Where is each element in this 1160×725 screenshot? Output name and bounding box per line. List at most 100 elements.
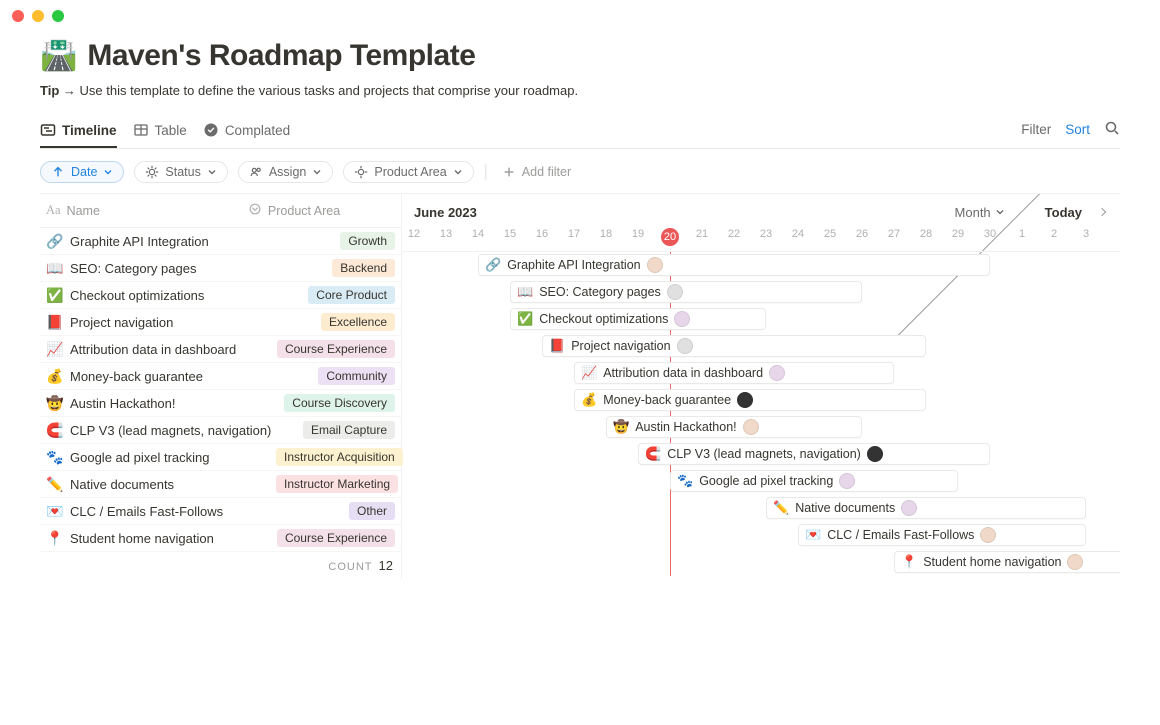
- task-name-cell: ✅Checkout optimizations: [46, 287, 276, 304]
- task-emoji-icon: 💌: [805, 527, 821, 543]
- axis-tick: 17: [568, 228, 580, 240]
- task-name: Checkout optimizations: [70, 288, 204, 303]
- task-emoji-icon: 📍: [46, 530, 62, 547]
- task-name: SEO: Category pages: [70, 261, 196, 276]
- task-emoji-icon: 💰: [46, 368, 62, 385]
- timeline-bar[interactable]: ✅Checkout optimizations: [510, 308, 766, 330]
- table-row[interactable]: 📍Student home navigationCourse Experienc…: [40, 525, 401, 552]
- timeline-bar-label: Graphite API Integration: [507, 258, 640, 272]
- axis-tick: 1: [1019, 228, 1025, 240]
- timeline-bar-label: SEO: Category pages: [539, 285, 661, 299]
- add-filter-label: Add filter: [522, 165, 571, 179]
- task-name-cell: 📍 Student home navigation: [46, 530, 276, 547]
- today-button[interactable]: Today: [1045, 205, 1082, 220]
- timeline-prev-button[interactable]: [1015, 202, 1035, 222]
- axis-tick: 14: [472, 228, 484, 240]
- zoom-window-dot[interactable]: [52, 10, 64, 22]
- tip-text: Use this template to define the various …: [80, 83, 579, 98]
- assignee-avatar: [667, 284, 683, 300]
- chip-status[interactable]: Status: [134, 161, 227, 183]
- timeline-icon: [40, 122, 56, 138]
- timeline-bar[interactable]: 📈Attribution data in dashboard: [574, 362, 894, 384]
- timeline-bar[interactable]: 📖SEO: Category pages: [510, 281, 862, 303]
- timeline-bar[interactable]: 🧲CLP V3 (lead magnets, navigation): [638, 443, 990, 465]
- task-emoji-icon: ✏️: [773, 500, 789, 516]
- task-emoji-icon: 📕: [46, 314, 62, 331]
- table-row[interactable]: 🔗Graphite API IntegrationGrowth: [40, 228, 401, 255]
- tab-table[interactable]: Table: [133, 116, 187, 148]
- assignee-avatar: [677, 338, 693, 354]
- scale-label: Month: [955, 205, 991, 220]
- task-name: CLP V3 (lead magnets, navigation): [70, 423, 271, 438]
- page-title-row: 🛣️ Maven's Roadmap Template: [40, 38, 1120, 73]
- table-row[interactable]: ✏️Native documentsInstructor Marketing: [40, 471, 401, 498]
- timeline-bar[interactable]: 🤠Austin Hackathon!: [606, 416, 862, 438]
- scale-selector[interactable]: Month: [955, 205, 1005, 220]
- timeline-bar-label: CLC / Emails Fast-Follows: [827, 528, 974, 542]
- axis-tick: 24: [792, 228, 804, 240]
- sort-button[interactable]: Sort: [1065, 122, 1090, 137]
- assignee-avatar: [647, 257, 663, 273]
- task-emoji-icon: 📈: [46, 341, 62, 358]
- axis-tick: 23: [760, 228, 772, 240]
- timeline-bar[interactable]: 🔗Graphite API Integration: [478, 254, 990, 276]
- name-column-header[interactable]: Name: [67, 204, 100, 218]
- timeline-bar-label: CLP V3 (lead magnets, navigation): [667, 447, 861, 461]
- task-name: Student home navigation: [70, 531, 214, 546]
- table-icon: [133, 122, 149, 138]
- window-traffic-lights: [0, 0, 1160, 32]
- timeline-bar[interactable]: 📍Student home navigation: [894, 551, 1120, 573]
- timeline-bar[interactable]: 💰Money-back guarantee: [574, 389, 926, 411]
- timeline-next-button[interactable]: [1092, 202, 1112, 222]
- task-emoji-icon: 💰: [581, 392, 597, 408]
- tab-completed-label: Complated: [225, 123, 290, 138]
- task-name: CLC / Emails Fast-Follows: [70, 504, 223, 519]
- page-emoji: 🛣️: [40, 38, 77, 73]
- axis-tick: 16: [536, 228, 548, 240]
- product-area-tag: Other: [349, 502, 395, 520]
- tab-completed[interactable]: Complated: [203, 116, 290, 148]
- product-area-column-header[interactable]: Product Area: [268, 204, 340, 218]
- timeline-bar[interactable]: 🐾Google ad pixel tracking: [670, 470, 958, 492]
- table-row[interactable]: 🤠Austin Hackathon!Course Discovery: [40, 390, 401, 417]
- table-row[interactable]: 📖SEO: Category pagesBackend: [40, 255, 401, 282]
- timeline-body[interactable]: 🔗Graphite API Integration 📖SEO: Category …: [402, 252, 1120, 576]
- task-name-cell: 📕Project navigation: [46, 314, 276, 331]
- tab-table-label: Table: [155, 123, 187, 138]
- table-row[interactable]: 📈Attribution data in dashboardCourse Exp…: [40, 336, 401, 363]
- chip-assign[interactable]: Assign: [238, 161, 334, 183]
- axis-tick: 2: [1051, 228, 1057, 240]
- task-emoji-icon: 💌: [46, 503, 62, 520]
- close-window-dot[interactable]: [12, 10, 24, 22]
- table-row[interactable]: 💰Money-back guaranteeCommunity: [40, 363, 401, 390]
- timeline-bar[interactable]: 💌 CLC / Emails Fast-Follows: [798, 524, 1086, 546]
- filter-button[interactable]: Filter: [1021, 122, 1051, 137]
- search-icon[interactable]: [1104, 120, 1120, 139]
- timeline-bar[interactable]: 📕Project navigation: [542, 335, 926, 357]
- chip-date[interactable]: Date: [40, 161, 124, 183]
- axis-tick: 30: [984, 228, 996, 240]
- task-emoji-icon: 🔗: [46, 233, 62, 250]
- axis-tick: 3: [1083, 228, 1089, 240]
- assignee-avatar: [867, 446, 883, 462]
- table-row[interactable]: ✅Checkout optimizations Core Product: [40, 282, 401, 309]
- table-row[interactable]: 💌 CLC / Emails Fast-Follows Other: [40, 498, 401, 525]
- timeline-view: June 2023 Month Today 121314151617181920…: [402, 194, 1120, 576]
- chip-product-area[interactable]: Product Area: [343, 161, 473, 183]
- timeline-bar[interactable]: ✏️Native documents: [766, 497, 1086, 519]
- table-row[interactable]: 🐾Google ad pixel trackingInstructor Acqu…: [40, 444, 401, 471]
- task-emoji-icon: 📍: [901, 554, 917, 570]
- product-area-tag: Core Product: [308, 286, 395, 304]
- minimize-window-dot[interactable]: [32, 10, 44, 22]
- product-area-tag: Email Capture: [303, 421, 395, 439]
- task-emoji-icon: 🤠: [46, 395, 62, 412]
- table-row[interactable]: 🧲 CLP V3 (lead magnets, navigation) Email …: [40, 417, 401, 444]
- table-row[interactable]: 📕Project navigationExcellence: [40, 309, 401, 336]
- tab-timeline[interactable]: Timeline: [40, 116, 117, 148]
- task-name-cell: 🤠Austin Hackathon!: [46, 395, 276, 412]
- chip-status-label: Status: [165, 165, 200, 179]
- task-name: Money-back guarantee: [70, 369, 203, 384]
- task-emoji-icon: 🧲: [46, 422, 62, 439]
- count-label: COUNT: [328, 561, 372, 573]
- add-filter-button[interactable]: Add filter: [498, 165, 571, 179]
